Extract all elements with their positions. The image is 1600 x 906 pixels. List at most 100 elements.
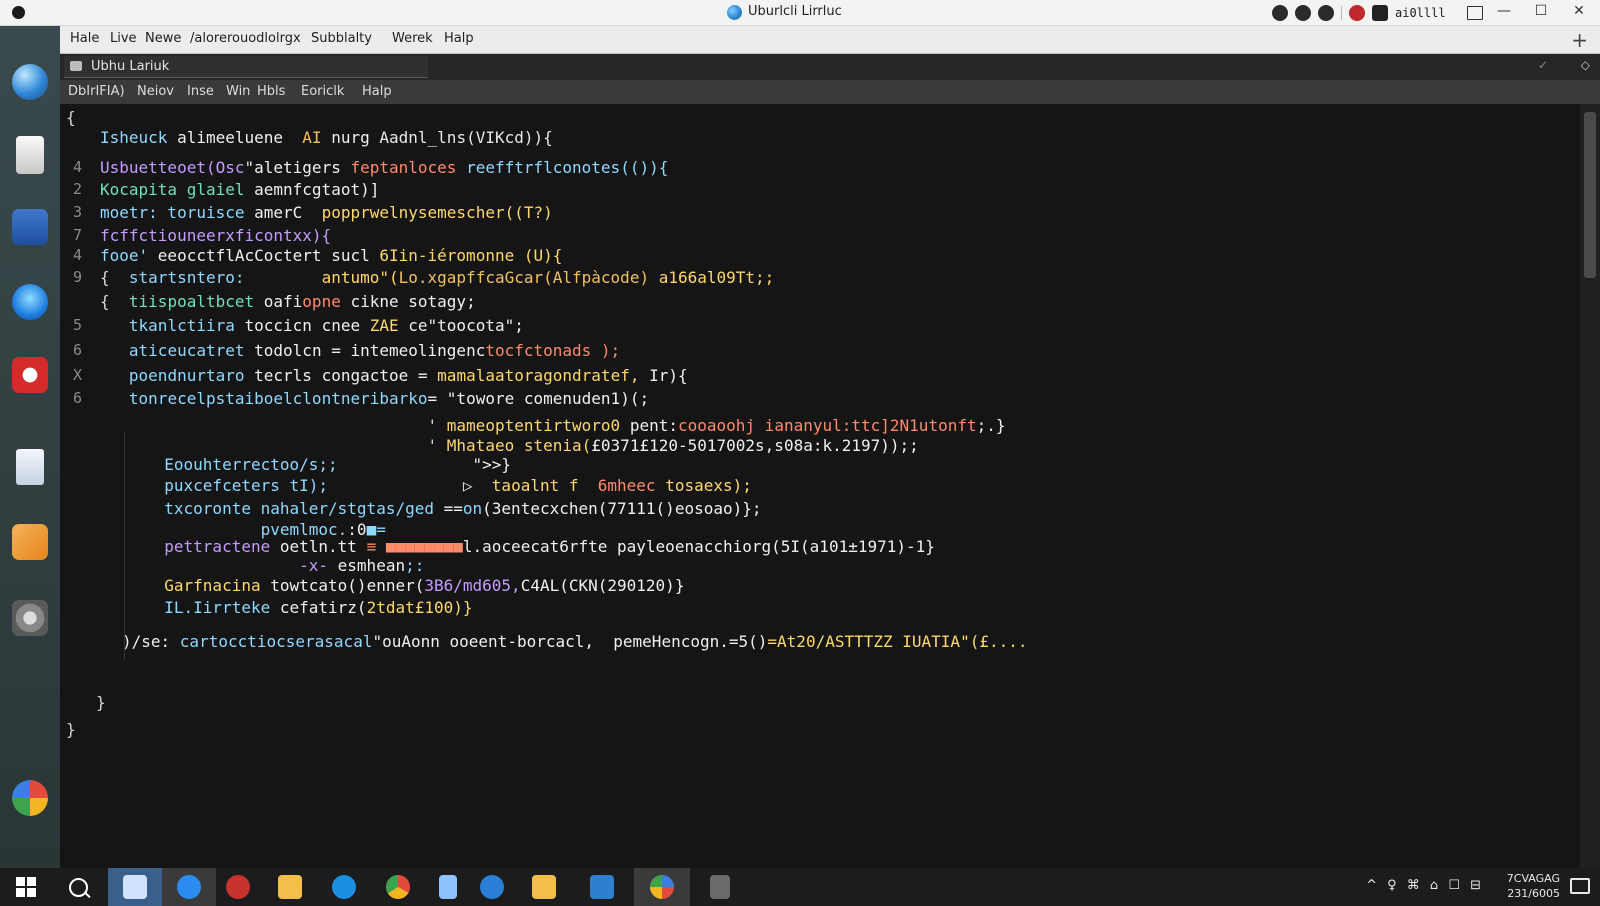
code-token: toccicn cnee: [244, 316, 370, 335]
refresh-icon[interactable]: [1272, 5, 1288, 21]
taskbar-app[interactable]: [108, 868, 162, 906]
code-token: £0371£120-5017002s,s08a:k.2197));;: [591, 436, 919, 455]
code-token: ">>}: [337, 455, 512, 474]
code-line[interactable]: }: [66, 720, 76, 740]
code-line[interactable]: fcffctiouneerxficontxx){: [100, 226, 331, 246]
code-token: Garfnacina: [164, 576, 271, 595]
window-menu-dot-icon[interactable]: [12, 6, 25, 19]
taskbar-app[interactable]: [694, 868, 746, 906]
user-avatar-icon[interactable]: [1372, 5, 1388, 21]
grid-icon[interactable]: [1466, 6, 1483, 20]
submenu-item[interactable]: Hbls: [257, 84, 285, 99]
submenu-item[interactable]: Neiov: [137, 84, 174, 99]
code-token: amerC: [254, 203, 322, 222]
code-line[interactable]: moetr: toruisce amerC popprwelnysemesche…: [100, 203, 553, 223]
menu-item[interactable]: Newe: [145, 31, 181, 46]
code-line[interactable]: fooe' eeocctflAcCoctert sucl 6Iin-iéromo…: [100, 246, 562, 266]
photos-icon: [650, 875, 674, 899]
submenu-item[interactable]: DbIrIFIA): [68, 84, 125, 99]
code-line[interactable]: { startsntero: antumo"(Lo.xgapffcaGcar(A…: [100, 268, 774, 288]
taskbar-app[interactable]: [518, 868, 570, 906]
globe-icon[interactable]: [12, 64, 48, 100]
code-token: intemeolingenc: [350, 341, 486, 360]
taskbar-app-active[interactable]: [634, 868, 690, 906]
document-icon[interactable]: [16, 449, 44, 485]
code-line[interactable]: ' Mhataeo stenia(£0371£120-5017002s,s08a…: [100, 436, 919, 456]
submenu-item[interactable]: Halp: [362, 84, 392, 99]
server-icon[interactable]: [16, 136, 44, 174]
code-line[interactable]: {: [66, 108, 76, 128]
code-token: cikne sotagy;: [350, 292, 476, 311]
code-line[interactable]: }: [96, 693, 106, 713]
record-app-icon: [226, 875, 250, 899]
system-tray[interactable]: ^ ♀ ⌘ ⌂ ☐ ⊟: [1366, 878, 1484, 893]
code-line[interactable]: Kocapita glaiel aemnfcgtaot)]: [100, 180, 379, 200]
power-icon[interactable]: [1295, 5, 1311, 21]
app-menubar: Hale Live Newe /alorerouodlolrgx Subblal…: [60, 26, 1600, 54]
play-icon[interactable]: [12, 524, 48, 560]
taskbar-app[interactable]: [576, 868, 628, 906]
window-title: Uburlcli Lirrluc: [748, 4, 842, 19]
code-line[interactable]: tonrecelpstaiboelclontneribarko= "towore…: [100, 389, 649, 409]
code-line[interactable]: tkanlctiira toccicn cnee ZAE ce"toocota"…: [100, 316, 524, 336]
code-line[interactable]: poendnurtaro tecrls congactoe = mamalaat…: [100, 366, 688, 386]
scrollbar-thumb[interactable]: [1584, 112, 1596, 278]
code-token: }: [96, 693, 106, 712]
menu-item[interactable]: Subblalty: [311, 31, 372, 46]
code-line[interactable]: { tiispoaltbcet oafiopne cikne sotagy;: [100, 292, 476, 312]
record-icon[interactable]: [1349, 5, 1365, 21]
taskbar-app[interactable]: [212, 868, 264, 906]
editor-tab[interactable]: Ubhu Lariuk: [64, 56, 428, 78]
code-token: oetln.tt: [279, 537, 367, 556]
menu-item[interactable]: Werek: [392, 31, 433, 46]
submenu-item[interactable]: Inse: [187, 84, 214, 99]
clock[interactable]: 7CVAGAG 231/6005: [1507, 871, 1560, 901]
taskbar-app[interactable]: [372, 868, 424, 906]
username-label: ai0llll: [1395, 6, 1446, 20]
code-line[interactable]: aticeucatret todolcn = intemeolingenctoc…: [100, 341, 620, 361]
taskbar-app[interactable]: [162, 868, 216, 906]
code-line[interactable]: Garfnacina towtcato()enner(3B6/md605,C4A…: [145, 576, 684, 596]
notification-icon[interactable]: [1570, 878, 1590, 894]
maximize-button[interactable]: ☐: [1531, 3, 1551, 19]
check-icon[interactable]: ✓: [1538, 58, 1548, 72]
start-button[interactable]: [0, 868, 52, 906]
code-line[interactable]: Usbuetteoet(Osc"aletigers feptanloces re…: [100, 158, 668, 178]
code-token: startsntero:: [128, 268, 322, 287]
menu-item[interactable]: Live: [110, 31, 137, 46]
code-token: }: [66, 720, 76, 739]
add-tab-icon[interactable]: +: [1571, 28, 1588, 52]
minimize-button[interactable]: —: [1494, 3, 1514, 19]
code-line[interactable]: puxcefceters tI); ▷ taoalnt f 6mheec tos…: [145, 476, 752, 496]
menu-item[interactable]: /alorerouodlolrgx: [190, 31, 301, 46]
disk-icon[interactable]: [12, 600, 48, 636]
sync-icon[interactable]: [1318, 5, 1334, 21]
close-button[interactable]: ✕: [1569, 3, 1589, 19]
submenu-item[interactable]: Eoriclk: [301, 84, 344, 99]
code-line[interactable]: -x- esmhean;:: [145, 556, 424, 576]
code-line[interactable]: IL.Iirrteke cefatirz(2tdat£100)}: [145, 598, 472, 618]
code-line[interactable]: Eoouhterrectoo/s;; ">>}: [145, 455, 511, 475]
code-token: ': [100, 416, 447, 435]
taskbar-search-button[interactable]: [52, 868, 104, 906]
edge-icon: [332, 875, 356, 899]
menu-item[interactable]: Halp: [444, 31, 474, 46]
camera-icon[interactable]: [12, 357, 48, 393]
apps-icon[interactable]: [12, 780, 48, 816]
taskbar-app[interactable]: [466, 868, 518, 906]
code-line[interactable]: pettractene oetln.tt ≡ ■■■■■■■■l.aoceeca…: [145, 537, 935, 557]
code-line[interactable]: Ishеuсk alimeeluene AI nurg Aadnl_lns(VI…: [100, 128, 553, 148]
taskbar-app[interactable]: [264, 868, 316, 906]
code-line[interactable]: )/se: cartocctiocserasacal"ouAonn ooeent…: [122, 632, 1028, 652]
chat-icon[interactable]: [12, 284, 48, 320]
code-line[interactable]: ' mameoptentirtworo0 pent:cooaoohj ianan…: [100, 416, 1006, 436]
taskbar-app[interactable]: [318, 868, 370, 906]
submenu-item[interactable]: Win: [226, 84, 250, 99]
code-line[interactable]: txcoronte nahaler/stgtas/ged ==on(3entec…: [145, 499, 761, 519]
code-token: aemnfcgtaot)]: [254, 180, 380, 199]
menu-item[interactable]: Hale: [70, 31, 99, 46]
settings-diamond-icon[interactable]: ◇: [1581, 58, 1590, 72]
mail-icon[interactable]: [12, 209, 48, 245]
code-token: tosaexs);: [665, 476, 752, 495]
